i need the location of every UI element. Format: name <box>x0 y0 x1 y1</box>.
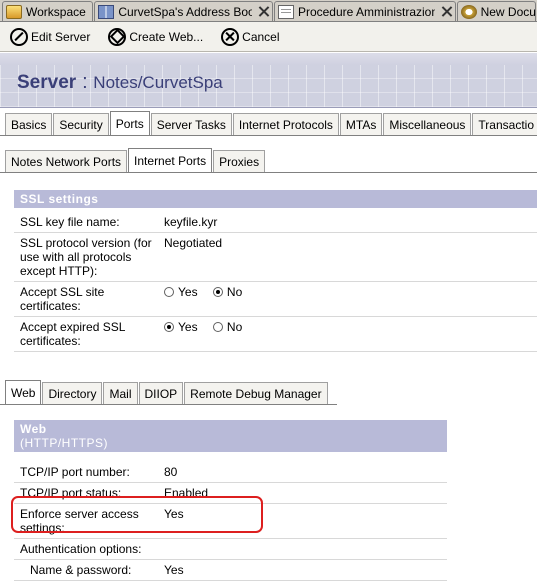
tab-ports[interactable]: Ports <box>109 111 150 135</box>
tab-basics[interactable]: Basics <box>5 113 53 135</box>
tab-remote-debug-manager[interactable]: Remote Debug Manager <box>184 382 328 404</box>
tab-mail[interactable]: Mail <box>103 382 138 404</box>
window-tab-label: CurvetSpa's Address Book - ... <box>118 4 252 19</box>
tab-notes-network-ports[interactable]: Notes Network Ports <box>5 150 128 172</box>
cancel-label: Cancel <box>242 29 280 44</box>
close-icon[interactable] <box>441 6 452 17</box>
ssl-site-certs-label: Accept SSL site certificates: <box>20 285 105 313</box>
radio-label: No <box>226 320 243 334</box>
window-tab-label: New Docu <box>480 4 536 19</box>
radio-label: Yes <box>178 320 198 334</box>
window-tab-address-book[interactable]: CurvetSpa's Address Book - ... <box>94 1 273 21</box>
window-tab-workspace[interactable]: Workspace <box>2 1 94 21</box>
site-certs-yes-option[interactable]: Yes <box>164 285 198 299</box>
tab-transactional[interactable]: Transactio <box>472 113 537 135</box>
window-tab-label: Procedure Amministrazione - ... <box>297 4 435 19</box>
edit-icon <box>10 27 28 46</box>
close-icon[interactable] <box>258 6 269 17</box>
radio-selected-icon[interactable] <box>164 322 174 332</box>
header-kind: Server <box>17 72 77 93</box>
ssl-settings-section: SSL settings SSL key file name: keyfile.… <box>14 190 537 352</box>
expired-certs-yes-option[interactable]: Yes <box>164 320 198 334</box>
main-tab-row: Basics Security Ports Server Tasks Inter… <box>0 110 537 136</box>
port-number-label: TCP/IP port number: <box>20 465 130 479</box>
window-tab-label: Workspace <box>26 4 86 19</box>
site-certs-no-option[interactable]: No <box>212 285 243 299</box>
tab-security[interactable]: Security <box>53 113 109 135</box>
ssl-key-file-value: keyfile.kyr <box>164 215 218 229</box>
radio-icon[interactable] <box>164 287 174 297</box>
tab-internet-ports[interactable]: Internet Ports <box>128 148 213 172</box>
radio-label: Yes <box>178 285 198 299</box>
web-subtitle: (HTTP/HTTPS) <box>20 436 108 450</box>
radio-selected-icon[interactable] <box>212 287 223 297</box>
auth-options-row: Authentication options: <box>14 539 447 560</box>
header-strip <box>0 53 537 65</box>
ssl-protocol-value: Negotiated <box>164 236 223 250</box>
action-bar: Edit Server Create Web... Cancel <box>0 22 537 52</box>
tab-proxies[interactable]: Proxies <box>213 150 266 172</box>
server-name: Notes/CurvetSpa <box>93 73 223 92</box>
tab-diiop[interactable]: DIIOP <box>138 382 184 404</box>
ssl-expired-certs-options: Yes No <box>158 320 537 348</box>
cancel-button[interactable]: Cancel <box>221 27 280 46</box>
tab-server-tasks[interactable]: Server Tasks <box>150 113 232 135</box>
create-icon <box>108 27 127 46</box>
create-web-button[interactable]: Create Web... <box>108 27 204 46</box>
auth-options-value <box>158 542 447 556</box>
tab-mtas[interactable]: MTAs <box>339 113 383 135</box>
name-password-label: Name & password: <box>30 563 132 577</box>
window-tab-new-document[interactable]: New Docu <box>456 1 536 21</box>
web-title: Web <box>20 422 47 436</box>
ssl-protocol-row: SSL protocol version (for use with all p… <box>14 233 537 282</box>
gear-icon <box>460 4 477 19</box>
web-section-title: Web (HTTP/HTTPS) <box>14 420 447 452</box>
tab-directory[interactable]: Directory <box>42 382 103 404</box>
ssl-protocol-label: SSL protocol version (for use with all p… <box>20 236 152 278</box>
ssl-site-certs-row: Accept SSL site certificates: Yes No <box>14 282 537 317</box>
port-number-row: TCP/IP port number: 80 <box>14 462 447 483</box>
expired-certs-no-option[interactable]: No <box>212 320 243 334</box>
ssl-site-certs-options: Yes No <box>158 285 537 313</box>
ssl-key-file-row: SSL key file name: keyfile.kyr <box>14 212 537 233</box>
name-password-value: Yes <box>164 563 184 577</box>
workspace-icon <box>6 4 22 19</box>
page-title: Server: Notes/CurvetSpa <box>17 71 223 94</box>
tab-miscellaneous[interactable]: Miscellaneous <box>383 113 472 135</box>
tab-web[interactable]: Web <box>5 380 42 404</box>
header-separator: : <box>82 71 88 93</box>
edit-server-button[interactable]: Edit Server <box>10 27 91 46</box>
cancel-icon <box>221 27 240 46</box>
radio-label: No <box>226 285 243 299</box>
edit-server-label: Edit Server <box>31 29 91 44</box>
document-icon <box>277 4 294 19</box>
ssl-settings-title: SSL settings <box>14 190 537 208</box>
port-number-value: 80 <box>164 465 178 479</box>
tab-internet-protocols[interactable]: Internet Protocols <box>232 113 339 135</box>
window-tab-strip: Workspace CurvetSpa's Address Book - ...… <box>0 0 537 22</box>
auth-options-label: Authentication options: <box>20 542 142 556</box>
ssl-key-file-label: SSL key file name: <box>20 215 120 229</box>
ssl-expired-certs-label: Accept expired SSL certificates: <box>20 320 125 348</box>
address-book-icon <box>98 4 115 19</box>
radio-icon[interactable] <box>212 322 223 332</box>
ssl-expired-certs-row: Accept expired SSL certificates: Yes No <box>14 317 537 352</box>
ports-tab-row: Notes Network Ports Internet Ports Proxi… <box>0 148 537 173</box>
protocol-tab-row: Web Directory Mail DIIOP Remote Debug Ma… <box>0 380 337 405</box>
highlight-outline <box>11 496 263 533</box>
window-tab-procedure[interactable]: Procedure Amministrazione - ... <box>273 1 456 21</box>
create-web-label: Create Web... <box>129 29 204 44</box>
document-header: Server: Notes/CurvetSpa <box>0 53 537 108</box>
